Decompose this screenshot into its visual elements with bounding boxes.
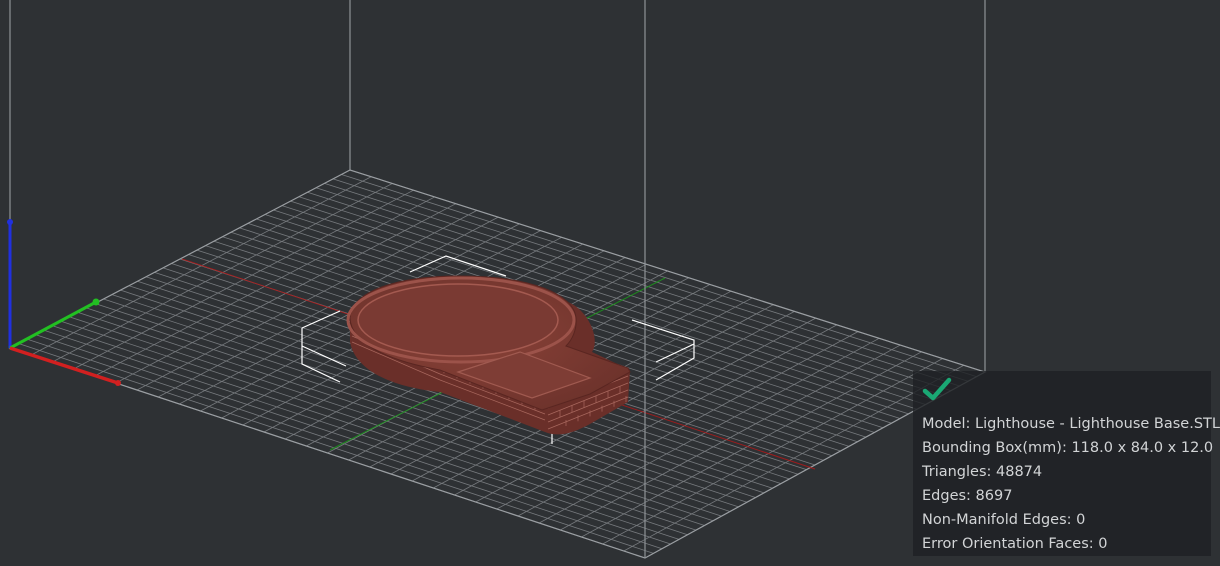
3d-viewport[interactable]: Model: Lighthouse - Lighthouse Base.STL … — [0, 0, 1220, 566]
axis-y-icon — [9, 300, 97, 350]
non-manifold-edges: Non-Manifold Edges: 0 — [922, 512, 1086, 528]
bounding-box: Bounding Box(mm): 118.0 x 84.0 x 12.0 — [922, 440, 1214, 456]
axis-x-icon — [9, 346, 119, 385]
triangles-count: Triangles: 48874 — [922, 464, 1043, 480]
model-name: Model: Lighthouse - Lighthouse Base.STL — [922, 416, 1220, 432]
model-info-panel: Model: Lighthouse - Lighthouse Base.STL … — [913, 371, 1220, 556]
error-orientation-faces: Error Orientation Faces: 0 — [922, 536, 1108, 552]
edges-count: Edges: 8697 — [922, 488, 1013, 504]
axis-gizmo — [7, 219, 121, 386]
checkmark-icon — [922, 377, 952, 401]
